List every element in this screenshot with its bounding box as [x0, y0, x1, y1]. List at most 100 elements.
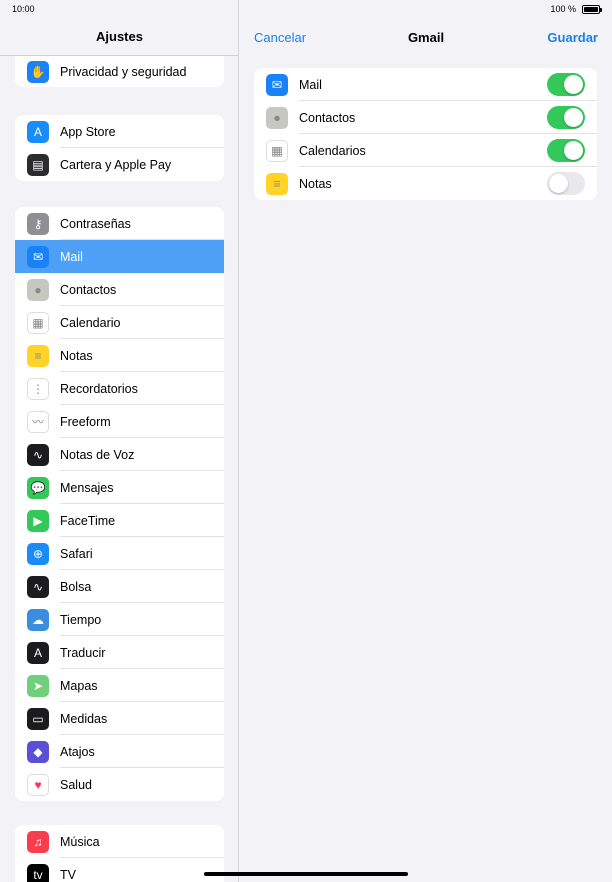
- sidebar-item-label: Mensajes: [60, 480, 114, 495]
- sidebar-item-música[interactable]: ♫ Música: [15, 825, 224, 858]
- sidebar-item-label: Freeform: [60, 414, 111, 429]
- notes-icon: ≡: [27, 344, 49, 367]
- calendar-icon: ▦: [266, 139, 288, 162]
- sidebar-item-mapas[interactable]: ➤ Mapas: [15, 669, 224, 702]
- sidebar-item-label: Safari: [60, 546, 93, 561]
- wallet-icon: ▤: [27, 153, 49, 176]
- maps-icon: ➤: [27, 674, 49, 697]
- hand-icon: ✋: [27, 60, 49, 83]
- status-right: 100 %: [550, 4, 602, 14]
- weather-icon: ☁: [27, 608, 49, 631]
- service-row-mail: ✉ Mail: [254, 68, 597, 101]
- toggle-knob: [564, 141, 583, 160]
- detail-nav-bar: Cancelar Gmail Guardar: [240, 18, 612, 56]
- toggle-knob: [564, 75, 583, 94]
- sidebar-item-freeform[interactable]: 〰 Freeform: [15, 405, 224, 438]
- battery-percentage: 100 %: [550, 4, 576, 14]
- sidebar-item-app-store[interactable]: A App Store: [15, 115, 224, 148]
- sidebar-item-bolsa[interactable]: ∿ Bolsa: [15, 570, 224, 603]
- service-label: Mail: [299, 77, 322, 92]
- toggle-contactos[interactable]: [547, 106, 585, 129]
- notes-icon: ≡: [266, 172, 288, 195]
- sidebar-item-label: Medidas: [60, 711, 108, 726]
- sidebar-item-medidas[interactable]: ▭ Medidas: [15, 702, 224, 735]
- freeform-icon: 〰: [27, 410, 49, 433]
- mail-icon: ✉: [27, 245, 49, 268]
- sidebar-item-label: FaceTime: [60, 513, 116, 528]
- sidebar-item-label: Contraseñas: [60, 216, 131, 231]
- toggle-knob: [549, 174, 568, 193]
- sidebar-item-tv[interactable]: tv TV: [15, 858, 224, 882]
- sidebar-item-label: Traducir: [60, 645, 106, 660]
- settings-group: A App Store ▤ Cartera y Apple Pay: [15, 115, 224, 181]
- sidebar-item-label: Mapas: [60, 678, 98, 693]
- key-icon: ⚷: [27, 212, 49, 235]
- sidebar-item-label: Privacidad y seguridad: [60, 64, 187, 79]
- service-row-calendarios: ▦ Calendarios: [254, 134, 597, 167]
- status-bar: 10:00 100 %: [0, 0, 612, 18]
- settings-sidebar: Ajustes ✋ Privacidad y seguridad A App Stor…: [0, 0, 239, 882]
- status-time: 10:00: [12, 4, 35, 14]
- service-label: Contactos: [299, 110, 356, 125]
- sidebar-item-label: Notas de Voz: [60, 447, 135, 462]
- settings-group: ✋ Privacidad y seguridad: [15, 56, 224, 87]
- home-indicator: [204, 872, 408, 876]
- stocks-icon: ∿: [27, 575, 49, 598]
- sidebar-item-label: Mail: [60, 249, 83, 264]
- translate-icon: A: [27, 641, 49, 664]
- sidebar-title: Ajustes: [0, 18, 238, 56]
- sidebar-item-label: Notas: [60, 348, 93, 363]
- sidebar-item-label: Tiempo: [60, 612, 102, 627]
- service-label: Notas: [299, 176, 332, 191]
- sidebar-item-notas[interactable]: ≡ Notas: [15, 339, 224, 372]
- sidebar-item-calendario[interactable]: ▦ Calendario: [15, 306, 224, 339]
- sidebar-item-recordatorios[interactable]: ⋮ Recordatorios: [15, 372, 224, 405]
- sidebar-item-tiempo[interactable]: ☁ Tiempo: [15, 603, 224, 636]
- sidebar-item-label: Salud: [60, 777, 92, 792]
- sidebar-item-mail[interactable]: ✉ Mail: [15, 240, 224, 273]
- calendar-icon: ▦: [27, 311, 49, 334]
- sidebar-item-label: Música: [60, 834, 100, 849]
- sidebar-item-label: Atajos: [60, 744, 95, 759]
- messages-icon: 💬: [27, 476, 49, 499]
- mail-icon: ✉: [266, 73, 288, 96]
- sidebar-item-mensajes[interactable]: 💬 Mensajes: [15, 471, 224, 504]
- settings-group: ⚷ Contraseñas ✉ Mail ● Contactos ▦ Calendario ≡ N…: [15, 207, 224, 801]
- tv-icon: tv: [27, 863, 49, 882]
- sidebar-item-salud[interactable]: ♥ Salud: [15, 768, 224, 801]
- sidebar-item-safari[interactable]: ⊕ Safari: [15, 537, 224, 570]
- settings-group: ♫ Música tv TV: [15, 825, 224, 882]
- sidebar-item-contraseñas[interactable]: ⚷ Contraseñas: [15, 207, 224, 240]
- sidebar-item-label: Cartera y Apple Pay: [60, 157, 172, 172]
- toggle-calendarios[interactable]: [547, 139, 585, 162]
- app-store-icon: A: [27, 120, 49, 143]
- cancel-button[interactable]: Cancelar: [254, 30, 306, 45]
- sidebar-item-privacidad-y-seguridad[interactable]: ✋ Privacidad y seguridad: [15, 56, 224, 87]
- service-row-notas: ≡ Notas: [254, 167, 597, 200]
- sidebar-item-traducir[interactable]: A Traducir: [15, 636, 224, 669]
- sidebar-item-atajos[interactable]: ◆ Atajos: [15, 735, 224, 768]
- service-label: Calendarios: [299, 143, 366, 158]
- account-services-list: ✉ Mail ● Contactos ▦ Calendarios ≡ Notas: [254, 68, 597, 200]
- contacts-icon: ●: [266, 106, 288, 129]
- sidebar-item-label: TV: [60, 867, 76, 882]
- save-button[interactable]: Guardar: [547, 30, 598, 45]
- sidebar-item-facetime[interactable]: ▶ FaceTime: [15, 504, 224, 537]
- safari-icon: ⊕: [27, 542, 49, 565]
- battery-icon: [582, 4, 602, 14]
- toggle-knob: [564, 108, 583, 127]
- sidebar-item-label: App Store: [60, 124, 116, 139]
- reminders-icon: ⋮: [27, 377, 49, 400]
- service-row-contactos: ● Contactos: [254, 101, 597, 134]
- music-icon: ♫: [27, 830, 49, 853]
- toggle-mail[interactable]: [547, 73, 585, 96]
- contacts-icon: ●: [27, 278, 49, 301]
- health-icon: ♥: [27, 773, 49, 796]
- sidebar-item-cartera-y-apple-pay[interactable]: ▤ Cartera y Apple Pay: [15, 148, 224, 181]
- sidebar-item-notas-de-voz[interactable]: ∿ Notas de Voz: [15, 438, 224, 471]
- sidebar-item-contactos[interactable]: ● Contactos: [15, 273, 224, 306]
- facetime-icon: ▶: [27, 509, 49, 532]
- sidebar-item-label: Calendario: [60, 315, 121, 330]
- toggle-notas[interactable]: [547, 172, 585, 195]
- sidebar-item-label: Bolsa: [60, 579, 92, 594]
